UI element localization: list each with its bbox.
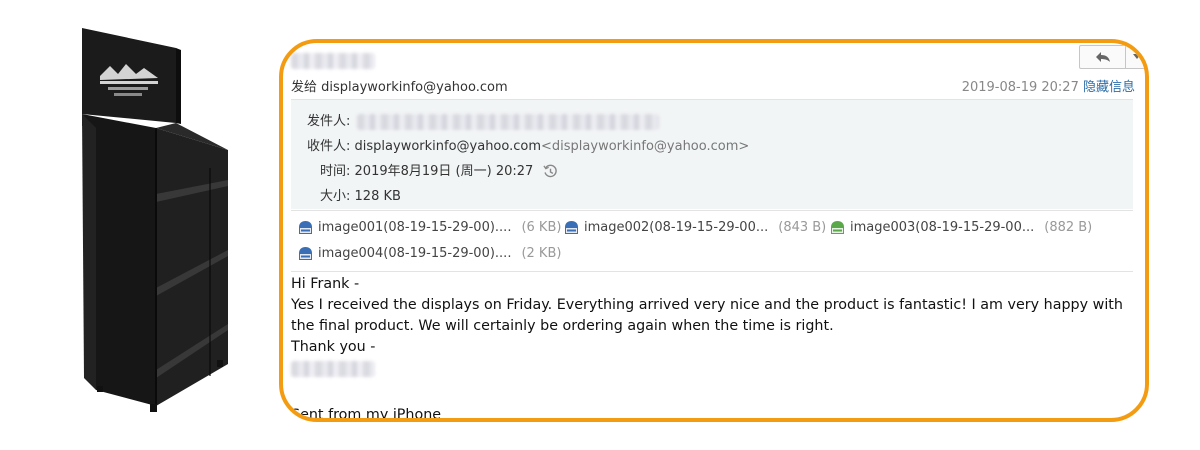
sender-name-redacted xyxy=(291,53,375,69)
display-stand-photo xyxy=(60,18,250,428)
mobile-signature: Sent from my iPhone xyxy=(291,407,442,422)
time-label: 时间: xyxy=(320,164,351,179)
date-line: 2019-08-19 20:27 隐藏信息 xyxy=(962,76,1135,95)
more-actions-button[interactable] xyxy=(1125,46,1145,68)
attachment-name: image003(08-19-15-29-00... xyxy=(850,220,1035,235)
jpg-file-icon xyxy=(299,221,312,234)
attachment-name: image004(08-19-15-29-00).... xyxy=(318,246,512,261)
hide-details-link[interactable]: 隐藏信息 xyxy=(1083,80,1135,95)
attachment-size: (882 B) xyxy=(1044,220,1093,235)
attachment-size: (2 KB) xyxy=(521,246,562,261)
attachment-size: (6 KB) xyxy=(521,220,562,235)
attachment-item[interactable]: image002(08-19-15-29-00... (843 B) xyxy=(563,219,826,236)
signature-name-redacted xyxy=(291,361,375,377)
closing: Thank you - xyxy=(291,339,376,355)
reply-button[interactable] xyxy=(1080,46,1125,68)
attachment-name: image001(08-19-15-29-00).... xyxy=(318,220,512,235)
clock-history-icon[interactable] xyxy=(543,164,558,179)
greeting: Hi Frank - xyxy=(291,276,360,292)
jpg-file-icon xyxy=(299,247,312,260)
time-row: 时间: 2019年8月19日 (周一) 20:27 xyxy=(320,160,558,179)
recipient-line: 发给 displayworkinfo@yahoo.com xyxy=(291,80,508,95)
size-value: 128 KB xyxy=(354,189,401,204)
attachment-name: image002(08-19-15-29-00... xyxy=(584,220,769,235)
jpg-file-icon xyxy=(565,221,578,234)
to-address[interactable]: displayworkinfo@yahoo.com xyxy=(355,139,541,154)
size-row: 大小: 128 KB xyxy=(320,185,401,204)
message-details-panel: 发件人: 收件人: displayworkinfo@yahoo.com<disp… xyxy=(291,99,1133,209)
from-row: 发件人: xyxy=(307,110,659,130)
from-address-redacted xyxy=(356,113,659,130)
time-value: 2019年8月19日 (周一) 20:27 xyxy=(354,164,534,179)
reply-icon xyxy=(1095,52,1110,62)
attachments-list: image001(08-19-15-29-00).... (6 KB) imag… xyxy=(291,210,1133,272)
to-address-full: <displayworkinfo@yahoo.com> xyxy=(541,139,750,154)
to-row: 收件人: displayworkinfo@yahoo.com<displaywo… xyxy=(307,135,749,154)
sent-date: 2019-08-19 20:27 xyxy=(961,80,1079,95)
attachment-item[interactable]: image003(08-19-15-29-00... (882 B) xyxy=(829,219,1092,236)
email-message-card: 发给 displayworkinfo@yahoo.com 2019-08-19 … xyxy=(279,39,1149,422)
attachment-item[interactable]: image004(08-19-15-29-00).... (2 KB) xyxy=(297,245,561,262)
attachment-item[interactable]: image001(08-19-15-29-00).... (6 KB) xyxy=(297,219,561,236)
body-paragraph: Yes I received the displays on Friday. E… xyxy=(291,297,1123,334)
chevron-down-icon xyxy=(1133,54,1141,59)
from-label: 发件人: xyxy=(307,114,351,129)
reply-button-group xyxy=(1079,45,1145,69)
to-label: 收件人: xyxy=(307,139,351,154)
attachment-size: (843 B) xyxy=(778,220,827,235)
size-label: 大小: xyxy=(320,189,351,204)
png-file-icon xyxy=(831,221,844,234)
message-body: Hi Frank - Yes I received the displays o… xyxy=(291,274,1136,422)
